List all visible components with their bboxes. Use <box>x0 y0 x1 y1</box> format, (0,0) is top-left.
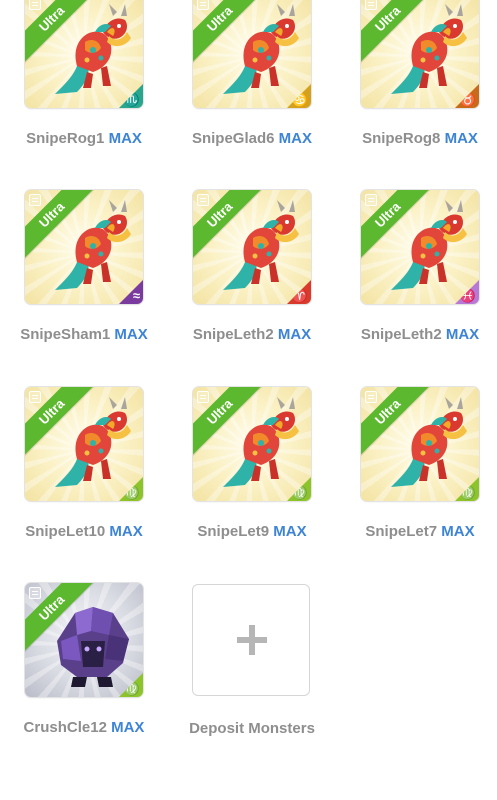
deposit-monsters-label: Deposit Monsters <box>189 720 315 737</box>
monster-card[interactable]: Ultra ♓ <box>361 190 479 304</box>
monster-name-label: SnipeSham1 MAX <box>0 326 168 343</box>
calendar-icon <box>365 391 377 403</box>
max-level-badge: MAX <box>441 523 475 540</box>
monster-name-label: SnipeGlad6 MAX <box>168 130 336 147</box>
calendar-icon <box>197 391 209 403</box>
monster-name: SnipeLeth2 <box>360 326 446 343</box>
max-level-badge: MAX <box>114 326 148 343</box>
monster-name-label: CrushCle12 MAX <box>0 719 168 736</box>
monster-name: SnipeGlad6 <box>191 130 279 147</box>
monster-card[interactable]: Ultra ♋ <box>193 0 311 108</box>
monster-card[interactable]: Ultra ≈ <box>25 190 143 304</box>
max-level-badge: MAX <box>444 130 478 147</box>
monster-card[interactable]: Ultra ♍ <box>25 583 143 697</box>
monster-card[interactable]: Ultra ♈ <box>193 190 311 304</box>
monster-name-label: SnipeLeth2 MAX <box>168 326 336 343</box>
monster-name-label: SnipeLet7 MAX <box>336 523 497 540</box>
calendar-icon <box>365 194 377 206</box>
calendar-icon <box>197 0 209 10</box>
calendar-icon <box>29 194 41 206</box>
monster-name-label: SnipeLet10 MAX <box>0 523 168 540</box>
monster-name-label: SnipeLet9 MAX <box>168 523 336 540</box>
max-level-badge: MAX <box>108 130 142 147</box>
monster-name: SnipeRog1 <box>26 130 109 147</box>
monster-name: SnipeSham1 <box>20 326 115 343</box>
calendar-icon <box>29 587 41 599</box>
max-level-badge: MAX <box>111 719 145 736</box>
monster-name-label: SnipeLeth2 MAX <box>336 326 497 343</box>
max-level-badge: MAX <box>109 523 143 540</box>
deposit-monsters-button[interactable] <box>192 584 310 696</box>
max-level-badge: MAX <box>277 326 312 343</box>
calendar-icon <box>365 0 377 10</box>
monster-card[interactable]: Ultra ♏ <box>25 0 143 108</box>
monster-name-label: SnipeRog1 MAX <box>0 130 168 147</box>
monster-name: SnipeLet7 <box>365 523 442 540</box>
monster-name: SnipeLet9 <box>197 523 274 540</box>
max-level-badge: MAX <box>273 523 307 540</box>
monster-name: SnipeLeth2 <box>192 326 278 343</box>
calendar-icon <box>197 194 209 206</box>
monster-name: SnipeLet10 <box>25 523 110 540</box>
monster-card[interactable]: Ultra ♍ <box>361 387 479 501</box>
calendar-icon <box>29 391 41 403</box>
monster-card[interactable]: Ultra ♉ <box>361 0 479 108</box>
monster-card[interactable]: Ultra ♍ <box>25 387 143 501</box>
monster-name: SnipeRog8 <box>362 130 445 147</box>
max-level-badge: MAX <box>278 130 313 147</box>
calendar-icon <box>29 0 41 10</box>
monster-card[interactable]: Ultra ♍ <box>193 387 311 501</box>
max-level-badge: MAX <box>445 326 480 343</box>
monster-name: CrushCle12 <box>23 719 112 736</box>
monster-name-label: SnipeRog8 MAX <box>336 130 497 147</box>
